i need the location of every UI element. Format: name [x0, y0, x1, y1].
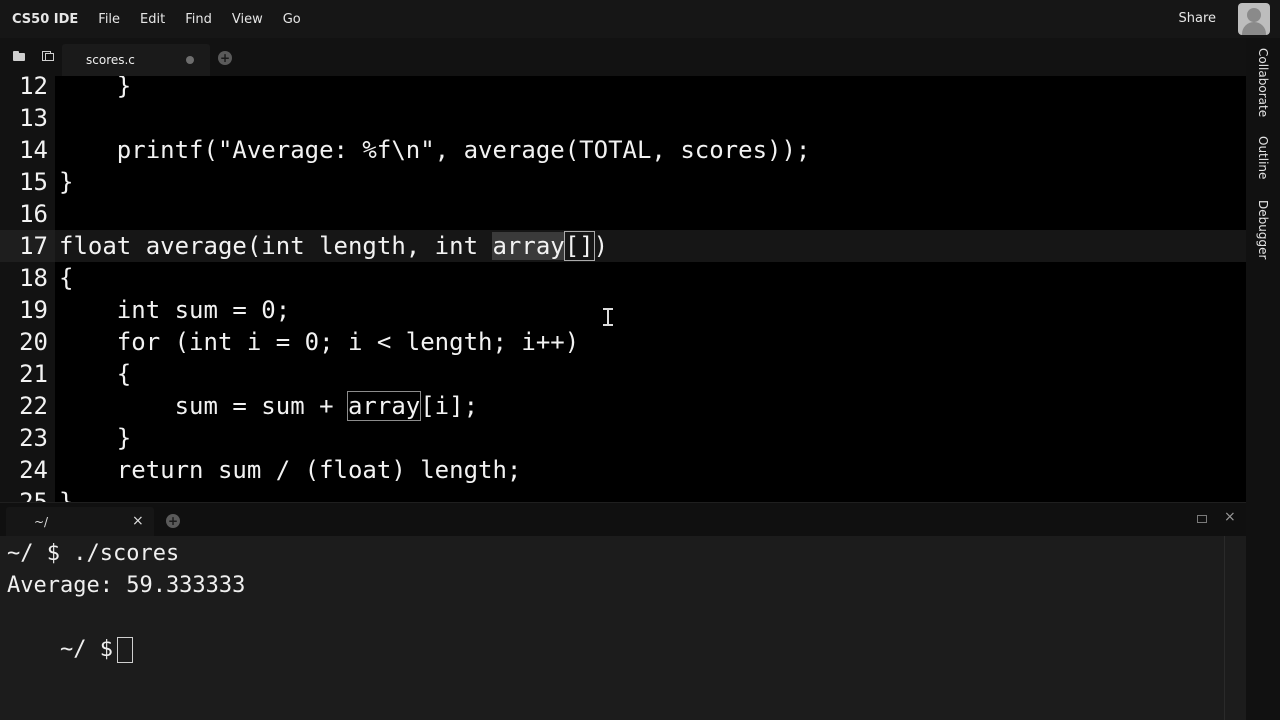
line-number: 21 [19, 360, 48, 388]
code-line[interactable]: 21 { [0, 358, 1246, 390]
files-icon[interactable] [42, 51, 54, 61]
code-text: float average(int length, int array[]) [59, 230, 608, 262]
code-line[interactable]: 18 { [0, 262, 1246, 294]
code-text: for (int i = 0; i < length; i++) [59, 328, 580, 356]
code-segment: float average(int length, int [59, 232, 493, 260]
line-number: 15 [19, 168, 48, 196]
line-number: 18 [19, 264, 48, 292]
code-segment: sum = sum + [59, 392, 348, 420]
maximize-icon[interactable] [1197, 515, 1207, 523]
highlighted-word: array [346, 391, 422, 421]
code-text: printf("Average: %f\n", average(TOTAL, s… [59, 136, 811, 164]
tab-debugger[interactable]: Debugger [1246, 200, 1280, 270]
line-number: 23 [19, 424, 48, 452]
terminal-tab[interactable]: ~/ × [6, 507, 154, 537]
terminal-tab-bar: ~/ × + × [0, 502, 1246, 537]
tab-collaborate[interactable]: Collaborate [1246, 48, 1280, 128]
line-number: 22 [19, 392, 48, 420]
code-text: { [59, 360, 132, 388]
code-line[interactable]: 16 [0, 198, 1246, 230]
app-brand[interactable]: CS50 IDE [12, 12, 78, 27]
code-segment: [i]; [420, 392, 479, 420]
bracket-match: [] [563, 231, 595, 261]
new-tab-plus-icon[interactable]: + [218, 51, 232, 65]
terminal-scrollbar[interactable] [1224, 536, 1233, 720]
line-number: 13 [19, 104, 48, 132]
code-line[interactable]: 19 int sum = 0; [0, 294, 1246, 326]
code-text: } [59, 168, 74, 196]
line-number: 16 [19, 200, 48, 228]
highlighted-word: array [492, 232, 565, 260]
line-number: 14 [19, 136, 48, 164]
menu-edit[interactable]: Edit [140, 12, 165, 27]
menu-bar: CS50 IDE File Edit Find View Go Share [0, 0, 1280, 38]
code-line[interactable]: 25} [0, 486, 1246, 502]
code-text: } [59, 488, 74, 502]
line-number: 20 [19, 328, 48, 356]
terminal[interactable]: ~/ $ ./scores Average: 59.333333 ~/ $ [0, 536, 1246, 720]
terminal-line: Average: 59.333333 [7, 573, 246, 598]
terminal-line: ~/ $ ./scores [7, 541, 180, 566]
line-number: 17 [19, 232, 48, 260]
line-number: 19 [19, 296, 48, 324]
right-side-panel: Collaborate Outline Debugger [1246, 38, 1280, 720]
menu-find[interactable]: Find [185, 12, 212, 27]
code-text: int sum = 0; [59, 296, 291, 324]
code-line[interactable]: 24 return sum / (float) length; [0, 454, 1246, 486]
close-icon[interactable]: × [132, 513, 144, 529]
avatar-body-shape [1242, 22, 1266, 35]
code-text: sum = sum + array[i]; [59, 390, 478, 422]
code-editor[interactable]: 12 } 13 14 printf("Average: %f\n", average… [0, 76, 1246, 502]
terminal-cursor [116, 637, 133, 663]
code-text: return sum / (float) length; [59, 456, 522, 484]
menu-go[interactable]: Go [283, 12, 301, 27]
unsaved-dot-icon[interactable] [186, 56, 194, 64]
editor-tab-bar: scores.c + [0, 38, 1246, 76]
line-number: 12 [19, 76, 48, 100]
code-line[interactable]: 14 printf("Average: %f\n", average(TOTAL… [0, 134, 1246, 166]
code-line[interactable]: 22 sum = sum + array[i]; [0, 390, 1246, 422]
panel-close-icon[interactable]: × [1224, 509, 1236, 525]
code-text: } [59, 76, 132, 100]
terminal-prompt: ~/ $ [59, 637, 113, 662]
code-segment: ) [593, 232, 609, 260]
share-button[interactable]: Share [1178, 11, 1216, 26]
new-terminal-plus-icon[interactable]: + [166, 514, 180, 528]
menu-view[interactable]: View [232, 12, 263, 27]
code-line[interactable]: 15} [0, 166, 1246, 198]
code-line[interactable]: 23 } [0, 422, 1246, 454]
tab-label: scores.c [86, 53, 135, 67]
code-line[interactable]: 13 [0, 102, 1246, 134]
avatar-head-shape [1247, 8, 1261, 22]
ibeam-cursor-icon [603, 308, 613, 326]
code-line[interactable]: 20 for (int i = 0; i < length; i++) [0, 326, 1246, 358]
tab-outline[interactable]: Outline [1246, 136, 1280, 196]
code-line[interactable]: 12 } [0, 76, 1246, 102]
avatar[interactable] [1238, 3, 1270, 35]
code-line[interactable]: 17 float average(int length, int array[]) [0, 230, 1246, 262]
terminal-tab-label: ~/ [34, 515, 49, 529]
terminal-prompt-line[interactable]: ~/ $ [7, 602, 133, 663]
menu-file[interactable]: File [98, 12, 120, 27]
folder-icon[interactable] [13, 51, 25, 61]
line-number: 24 [19, 456, 48, 484]
line-number: 25 [19, 488, 48, 502]
tab-scores-c[interactable]: scores.c [62, 44, 210, 76]
code-text: { [59, 264, 74, 292]
code-text: } [59, 424, 132, 452]
